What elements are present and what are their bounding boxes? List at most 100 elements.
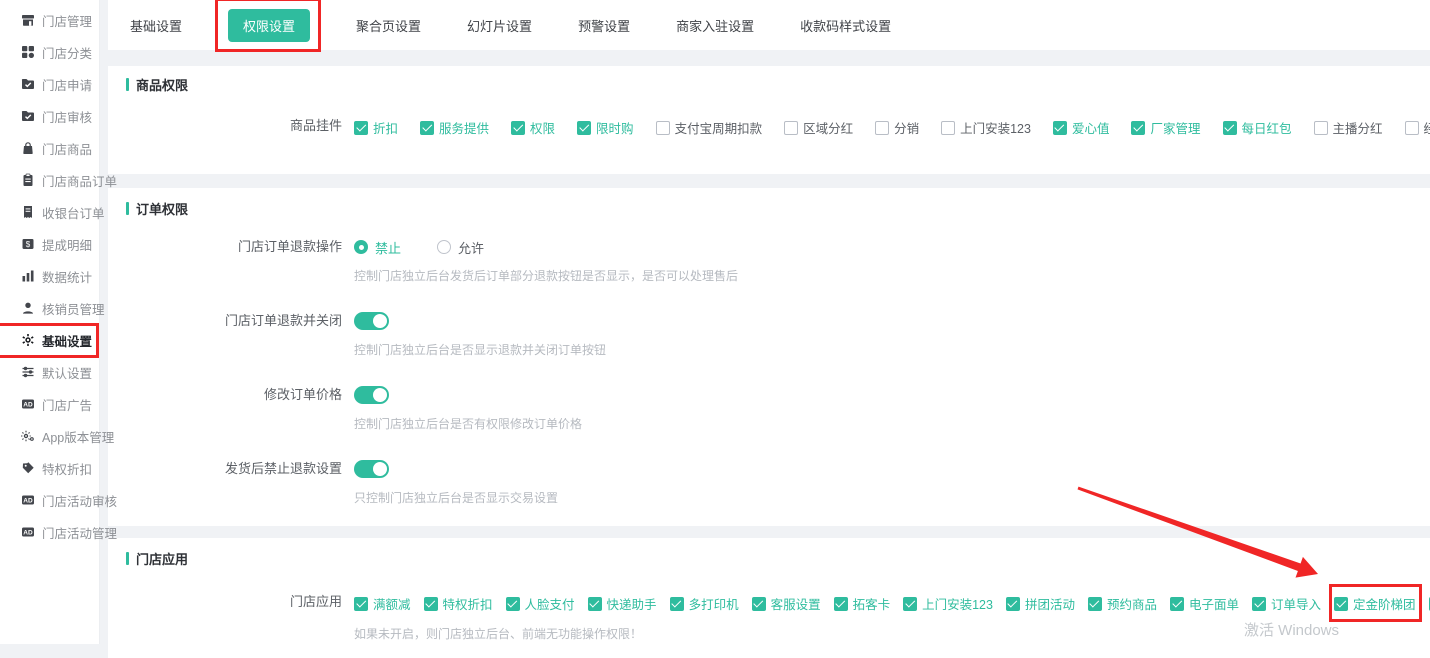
order-permissions-title: 订单权限 [126, 199, 1412, 218]
checkbox-icon [941, 121, 955, 135]
checkbox-option[interactable]: 上门安装123 [903, 594, 993, 613]
toggle-row: 修改订单价格 控制门店独立后台是否有权限修改订单价格 [126, 385, 1412, 431]
checkbox-option[interactable]: 多打印机 [670, 594, 739, 613]
sidebar-item[interactable]: 门店商品订单 [0, 164, 99, 196]
checkbox-option[interactable]: 特权折扣 [424, 594, 493, 613]
tab[interactable]: 权限设置 [228, 9, 310, 42]
checkbox-option[interactable]: 预约商品 [1088, 594, 1157, 613]
ad-icon: AD [20, 397, 35, 412]
checkbox-option[interactable]: 上门安装123 [941, 118, 1031, 137]
store-apps-title: 门店应用 [126, 549, 1412, 568]
checkbox-icon [1006, 597, 1020, 611]
sidebar-item[interactable]: App版本管理 [0, 420, 99, 452]
radio-option-allow[interactable]: 允许 [437, 238, 484, 257]
checkbox-icon [1252, 597, 1266, 611]
toggle-switch[interactable] [354, 386, 389, 404]
checkbox-icon [1053, 121, 1067, 135]
checkbox-option[interactable]: 折扣 [354, 118, 398, 137]
radio-option-forbid[interactable]: 禁止 [354, 238, 401, 257]
sidebar-item[interactable]: 基础设置 [0, 324, 99, 356]
checkbox-icon [511, 121, 525, 135]
checkbox-option[interactable]: 满额减 [354, 594, 411, 613]
checkbox-option[interactable]: 定金阶梯团 [1334, 594, 1416, 613]
tab[interactable]: 基础设置 [130, 16, 182, 35]
toggle-switch[interactable] [354, 460, 389, 478]
checkbox-option[interactable]: 分销 [875, 118, 919, 137]
sidebar-item[interactable]: 特权折扣 [0, 452, 99, 484]
sliders-icon [20, 365, 35, 380]
sidebar: 门店管理 门店分类 门店申请 门店审核 [0, 0, 100, 644]
checkbox-icon [834, 597, 848, 611]
ad-icon: AD [20, 493, 35, 508]
checkbox-option[interactable]: 区域分红 [784, 118, 853, 137]
checkbox-option[interactable]: 限时购 [577, 118, 634, 137]
sidebar-item[interactable]: 门店分类 [0, 36, 99, 68]
checkbox-icon [577, 121, 591, 135]
tab[interactable]: 商家入驻设置 [676, 16, 754, 35]
sidebar-item[interactable]: 门店管理 [0, 4, 99, 36]
refund-operation-label: 门店订单退款操作 [126, 237, 342, 257]
sidebar-item[interactable]: AD 门店活动管理 [0, 516, 99, 548]
checkbox-option[interactable]: 订单导入 [1252, 594, 1321, 613]
checkbox-icon [1170, 597, 1184, 611]
sidebar-item[interactable]: AD 门店广告 [0, 388, 99, 420]
sidebar-item[interactable]: 门店审核 [0, 100, 99, 132]
tab[interactable]: 收款码样式设置 [800, 16, 891, 35]
checkbox-option[interactable]: 人脸支付 [506, 594, 575, 613]
checkbox-option[interactable]: 拓客卡 [834, 594, 891, 613]
sidebar-item[interactable]: 门店申请 [0, 68, 99, 100]
checkbox-icon [784, 121, 798, 135]
toggle-row: 发货后禁止退款设置 只控制门店独立后台是否显示交易设置 [126, 459, 1412, 505]
checkbox-option[interactable]: 厂家管理 [1131, 118, 1200, 137]
receipt-icon [20, 205, 35, 220]
checkbox-option[interactable]: 主播分红 [1314, 118, 1383, 137]
checkbox-icon [670, 597, 684, 611]
svg-text:AD: AD [23, 530, 33, 537]
tab[interactable]: 聚合页设置 [356, 16, 421, 35]
svg-text:AD: AD [23, 402, 33, 409]
product-widgets-options: 折扣 服务提供 权限 限时购 [354, 116, 1412, 137]
gears-icon [20, 429, 35, 444]
toggle-row: 门店订单退款并关闭 控制门店独立后台是否显示退款并关闭订单按钮 [126, 311, 1412, 357]
person-icon [20, 301, 35, 316]
clipboard-icon [20, 173, 35, 188]
checkbox-option[interactable]: 快递助手 [588, 594, 657, 613]
checkbox-option[interactable]: 权限 [511, 118, 555, 137]
checkbox-option[interactable]: 经销商提成 [1405, 118, 1430, 137]
checkbox-icon [875, 121, 889, 135]
sidebar-item[interactable]: 核销员管理 [0, 292, 99, 324]
checkbox-option[interactable]: 客服设置 [752, 594, 821, 613]
sidebar-item[interactable]: $ 提成明细 [0, 228, 99, 260]
toggle-switch[interactable] [354, 312, 389, 330]
folder-check-icon [20, 77, 35, 92]
sidebar-item[interactable]: AD 门店活动审核 [0, 484, 99, 516]
checkbox-icon [354, 121, 368, 135]
sidebar-menu: 门店管理 门店分类 门店申请 门店审核 [0, 4, 99, 548]
tab[interactable]: 幻灯片设置 [467, 16, 532, 35]
checkbox-option[interactable]: 支付宝周期扣款 [656, 118, 763, 137]
checkbox-icon [1405, 121, 1419, 135]
money-icon: $ [20, 237, 35, 252]
checkbox-option[interactable]: 服务提供 [420, 118, 489, 137]
sidebar-item[interactable]: 默认设置 [0, 356, 99, 388]
checkbox-option[interactable]: 爱心值 [1053, 118, 1110, 137]
refund-operation-row: 门店订单退款操作 禁止 允许 控制门店独立后台发货后订单部分退款按钮是否显示，是… [126, 237, 1412, 283]
store-apps-label: 门店应用 [126, 592, 342, 612]
checkbox-icon [1334, 597, 1348, 611]
tab[interactable]: 预警设置 [578, 16, 630, 35]
gear-icon [20, 333, 35, 348]
checkbox-icon [354, 597, 368, 611]
checkbox-option[interactable]: 每日红包 [1223, 118, 1292, 137]
sidebar-item[interactable]: 门店商品 [0, 132, 99, 164]
main-content: 基础设置 权限设置 聚合页设置 幻灯片设置 预警设置 [108, 0, 1430, 644]
checkbox-option[interactable]: 拼团活动 [1006, 594, 1075, 613]
sidebar-item[interactable]: 数据统计 [0, 260, 99, 292]
bag-icon [20, 141, 35, 156]
checkbox-option[interactable]: 电子面单 [1170, 594, 1239, 613]
grid-icon [20, 45, 35, 60]
svg-text:$: $ [25, 240, 30, 249]
sidebar-item[interactable]: 收银台订单 [0, 196, 99, 228]
radio-icon [354, 240, 368, 254]
product-permissions-card: 商品权限 商品挂件 折扣 服务提供 [108, 66, 1430, 174]
checkbox-icon [752, 597, 766, 611]
